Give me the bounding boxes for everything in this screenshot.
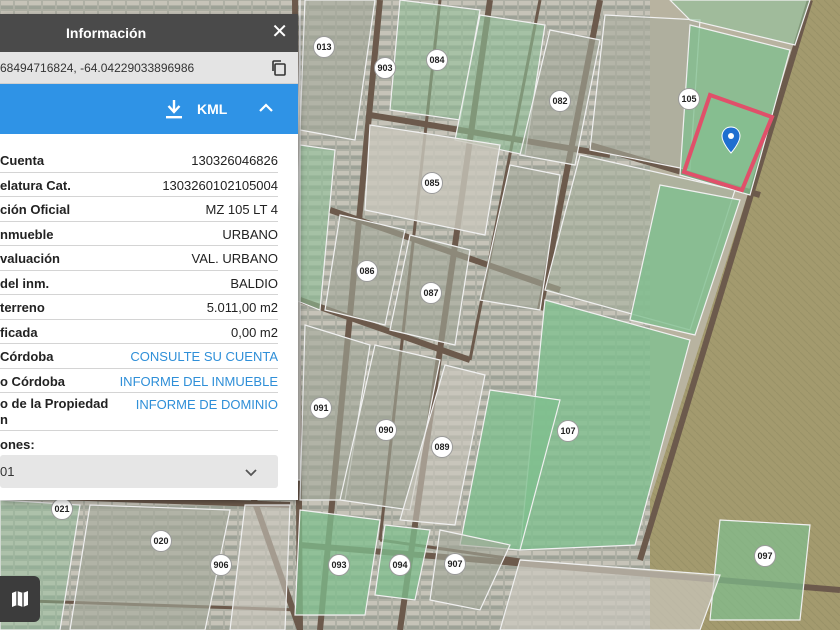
info-row-rentas: Córdoba CONSULTE SU CUENTA xyxy=(0,344,278,369)
kml-section-header[interactable]: KML xyxy=(0,84,298,134)
row-value: 5.011,00 m2 xyxy=(206,300,278,315)
informe-de-dominio-link[interactable]: INFORME DE DOMINIO xyxy=(136,397,278,412)
info-panel: Información ✕ 68494716824, -64.042290338… xyxy=(0,14,298,500)
row-label: ficada xyxy=(0,324,38,340)
row-label: valuación xyxy=(0,251,60,266)
row-value: VAL. URBANO xyxy=(191,251,278,266)
row-label: elatura Cat. xyxy=(0,177,71,193)
lot-label: 084 xyxy=(426,49,448,71)
lot-label: 086 xyxy=(356,260,378,282)
download-icon[interactable] xyxy=(164,98,184,120)
info-row-registro: o de la Propiedad n INFORME DE DOMINIO xyxy=(0,393,278,431)
info-row-sup-terreno: terreno 5.011,00 m2 xyxy=(0,295,278,320)
coordinates-bar: 68494716824, -64.04229033896986 xyxy=(0,52,298,84)
row-label: nmueble xyxy=(0,226,54,242)
row-label-line: o de la Propiedad xyxy=(0,396,109,411)
lot-label: 903 xyxy=(374,57,396,79)
row-label: ción Oficial xyxy=(0,202,71,217)
row-value: MZ 105 LT 4 xyxy=(205,202,279,217)
panel-title: Información xyxy=(66,25,147,41)
coordinates-text: 68494716824, -64.04229033896986 xyxy=(0,61,195,75)
consulte-su-cuenta-link[interactable]: CONSULTE SU CUENTA xyxy=(130,349,278,364)
lot-label: 097 xyxy=(754,545,776,567)
property-info-table: Cuenta 130326046826 elatura Cat. 1303260… xyxy=(0,134,298,431)
info-row-designacion: ción Oficial MZ 105 LT 4 xyxy=(0,197,278,222)
informe-del-inmueble-link[interactable]: INFORME DEL INMUEBLE xyxy=(120,374,278,389)
info-row-sup-edificada: ficada 0,00 m2 xyxy=(0,320,278,344)
info-row-catastro: o Córdoba INFORME DEL INMUEBLE xyxy=(0,369,278,393)
close-icon[interactable]: ✕ xyxy=(271,21,288,43)
row-label: Córdoba xyxy=(0,349,54,364)
row-label: del inm. xyxy=(0,275,50,291)
lot-label: 094 xyxy=(389,554,411,576)
lot-label: 087 xyxy=(420,282,442,304)
info-row-estado: del inm. BALDIO xyxy=(0,271,278,295)
row-value: 1303260102105004 xyxy=(162,177,278,193)
lot-label: 020 xyxy=(150,530,172,552)
copy-icon[interactable] xyxy=(270,59,288,77)
row-label: o de la Propiedad n xyxy=(0,396,108,428)
opciones-label: ones: xyxy=(0,437,35,452)
chevron-up-icon[interactable] xyxy=(258,100,274,116)
panel-header: Información ✕ xyxy=(0,14,298,52)
info-row-cuenta: Cuenta 130326046826 xyxy=(0,148,278,173)
opciones-select[interactable]: 01 xyxy=(0,455,278,488)
row-value: 0,00 m2 xyxy=(231,324,278,340)
lot-label: 021 xyxy=(51,498,73,520)
lot-label: 013 xyxy=(313,36,335,58)
lot-label: 082 xyxy=(549,90,571,112)
lot-label: 091 xyxy=(310,397,332,419)
opciones-selected-value: 01 xyxy=(0,464,15,479)
row-label: o Córdoba xyxy=(0,373,65,389)
row-label: terreno xyxy=(0,300,45,315)
info-row-tipo-inmueble: nmueble URBANO xyxy=(0,222,278,246)
chevron-down-icon[interactable] xyxy=(244,465,258,479)
lot-label: 090 xyxy=(375,419,397,441)
lot-label: 093 xyxy=(328,554,350,576)
row-label-line: n xyxy=(0,412,8,427)
kml-download-button[interactable]: KML xyxy=(197,101,227,117)
row-value: BALDIO xyxy=(230,275,278,291)
map-layers-icon xyxy=(12,591,28,607)
lot-label: 085 xyxy=(421,172,443,194)
map-layers-button[interactable] xyxy=(0,576,40,622)
row-value: URBANO xyxy=(222,226,278,242)
lot-label: 089 xyxy=(431,436,453,458)
lot-label: 907 xyxy=(444,553,466,575)
info-row-nomenclatura: elatura Cat. 1303260102105004 xyxy=(0,173,278,197)
row-label: Cuenta xyxy=(0,153,45,168)
row-value: 130326046826 xyxy=(191,153,278,168)
lot-label: 906 xyxy=(210,554,232,576)
lot-label: 105 xyxy=(678,88,700,110)
info-row-valuacion: valuación VAL. URBANO xyxy=(0,246,278,271)
lot-label: 107 xyxy=(557,420,579,442)
